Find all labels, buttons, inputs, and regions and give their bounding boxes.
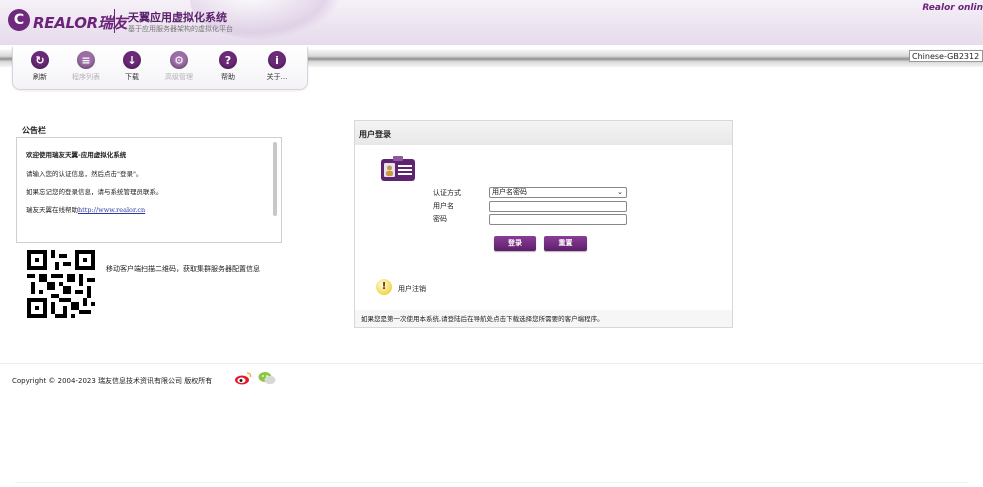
username-input[interactable] (489, 201, 627, 212)
app-title: 天翼应用虚拟化系统 (128, 11, 227, 24)
download-icon: ↓ (123, 51, 141, 69)
refresh-button[interactable]: ↻ 刷新 (19, 51, 61, 87)
login-button[interactable]: 登录 (494, 236, 536, 251)
login-body: 认证方式 用户名密码 ⌄ 用户名 密码 登录 重置 ! 用户注销 (355, 145, 732, 310)
bulletin-title: 公告栏 (22, 126, 46, 135)
toolbar: ↻ 刷新 ≡ 程序列表 ↓ 下载 ⚙ 高级管理 ? 帮助 i 关于... (12, 47, 308, 90)
auth-method-value: 用户名密码 (492, 188, 527, 196)
login-note: 如果您是第一次使用本系统,请登陆后在导航处点击下载选择您所需要的客户端程序。 (361, 315, 604, 323)
realor-online-link[interactable]: Realor onlin (922, 3, 983, 13)
help-link[interactable]: http://www.realor.cn (78, 206, 145, 214)
help-button[interactable]: ? 帮助 (207, 51, 249, 87)
exclamation-icon: ! (376, 279, 392, 295)
password-label: 密码 (433, 215, 447, 223)
about-icon: i (268, 51, 286, 69)
weibo-icon[interactable] (234, 371, 252, 385)
qr-code (27, 250, 95, 318)
qr-caption: 移动客户端扫描二维码，获取集群服务器配置信息 (106, 265, 260, 273)
refresh-label: 刷新 (33, 73, 47, 81)
header-divider (114, 9, 115, 33)
username-label: 用户名 (433, 202, 454, 210)
help-icon: ? (219, 51, 237, 69)
program-list-icon: ≡ (77, 51, 95, 69)
chevron-down-icon: ⌄ (617, 188, 623, 196)
bulletin-help-line: 瑞友天翼在线帮助http://www.realor.cn (26, 204, 145, 214)
wechat-icon[interactable] (258, 371, 276, 385)
app-subtitle: 基于应用服务器架构的虚拟化平台 (128, 25, 233, 33)
bulletin-box: 欢迎使用瑞友天翼-应用虚拟化系统 请输入您的认证信息，然后点击"登录"。 如果忘… (16, 137, 282, 243)
about-label: 关于... (266, 73, 288, 81)
login-header: 用户登录 (355, 121, 732, 145)
login-title: 用户登录 (359, 130, 391, 139)
header: C REALOR瑞友 天翼应用虚拟化系统 基于应用服务器架构的虚拟化平台 Rea… (0, 0, 983, 45)
bulletin-line: 请输入您的认证信息，然后点击"登录"。 (26, 170, 143, 178)
download-button[interactable]: ↓ 下载 (111, 51, 153, 87)
logout-link[interactable]: ! 用户注销 (376, 279, 496, 297)
bulletin-line: 欢迎使用瑞友天翼-应用虚拟化系统 (26, 151, 127, 159)
bulletin-help-prefix: 瑞友天翼在线帮助 (26, 206, 78, 214)
program-list-label: 程序列表 (72, 73, 100, 81)
auth-method-label: 认证方式 (433, 189, 461, 197)
help-label: 帮助 (221, 73, 235, 81)
program-list-button[interactable]: ≡ 程序列表 (65, 51, 107, 87)
bulletin-line: 如果忘记您的登录信息，请与系统管理员联系。 (26, 188, 163, 196)
admin-label: 高级管理 (165, 73, 193, 81)
auth-method-select[interactable]: 用户名密码 ⌄ (489, 187, 627, 198)
id-card-icon (381, 156, 415, 181)
login-panel: 用户登录 认证方式 用户名密码 ⌄ 用户名 密码 登录 重置 ! 用户注销 如果… (354, 120, 733, 328)
bottom-divider (15, 482, 968, 483)
language-select[interactable]: Chinese-GB2312 ⌄ (909, 50, 983, 62)
admin-icon: ⚙ (170, 51, 188, 69)
footer-divider (0, 363, 983, 364)
download-label: 下载 (125, 73, 139, 81)
admin-button[interactable]: ⚙ 高级管理 (158, 51, 200, 87)
about-button[interactable]: i 关于... (256, 51, 298, 87)
reset-button[interactable]: 重置 (544, 236, 587, 251)
logout-label: 用户注销 (398, 285, 426, 293)
realor-logo-icon: C (8, 9, 30, 31)
refresh-icon: ↻ (31, 51, 49, 69)
realor-logo: C REALOR瑞友 (8, 9, 128, 33)
password-input[interactable] (489, 214, 627, 225)
copyright: Copyright © 2004-2023 瑞友信息技术资讯有限公司 版权所有 (12, 377, 213, 385)
bulletin-scrollbar[interactable] (273, 142, 277, 216)
